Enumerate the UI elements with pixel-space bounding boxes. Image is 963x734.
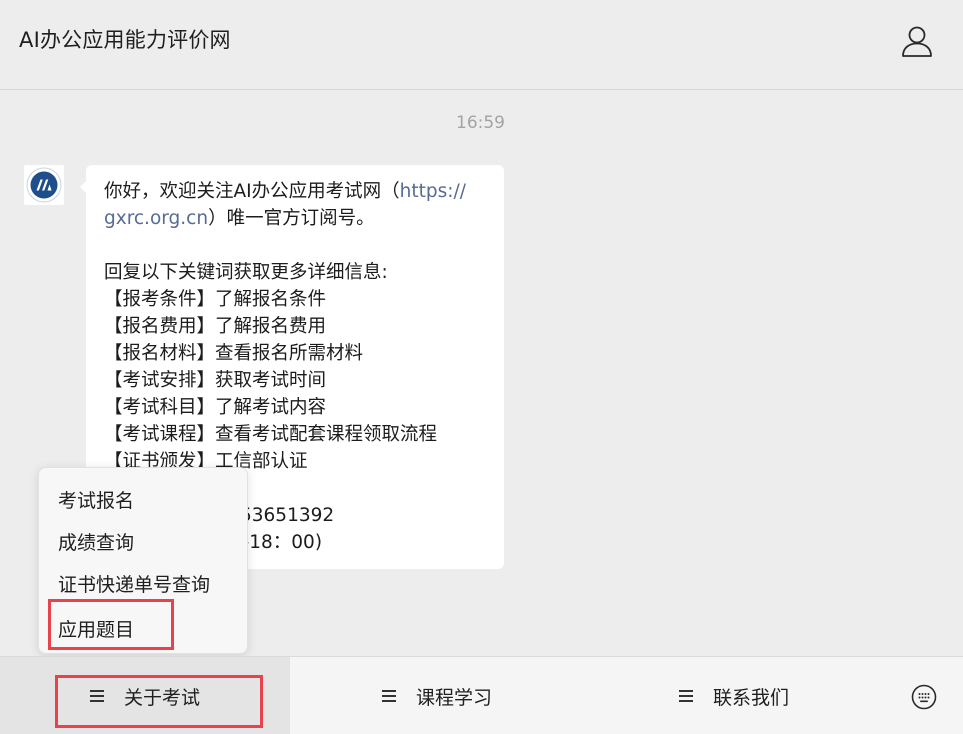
keyword-line: 【报名费用】了解报名费用 <box>104 316 327 337</box>
keyword-line: 【报名材料】查看报名所需材料 <box>104 343 364 364</box>
keyword-line: 【报考条件】了解报名条件 <box>104 289 327 310</box>
menu-list-icon <box>381 690 396 702</box>
keyword-line: 【考试课程】查看考试配套课程领取流程 <box>104 424 438 445</box>
menu-item-score-query[interactable]: 成绩查询 <box>58 528 134 555</box>
keyword-intro: 回复以下关键词获取更多详细信息: <box>104 262 388 283</box>
menu-item-application-questions[interactable]: 应用题目 <box>58 615 134 642</box>
menu-list-icon <box>678 690 693 702</box>
message-line-1: 你好，欢迎关注AI办公应用考试网（https:// <box>104 181 466 202</box>
menu-list-icon <box>89 690 104 702</box>
menu-item-certificate-tracking[interactable]: 证书快递单号查询 <box>58 570 210 597</box>
about-exam-submenu: 考试报名 成绩查询 证书快递单号查询 应用题目 <box>38 467 248 654</box>
tab-course-study[interactable]: 课程学习 <box>290 657 584 734</box>
website-link-part1[interactable]: https:// <box>400 181 466 202</box>
wechat-official-account-window: AI办公应用能力评价网 16:59 你好，欢迎关注AI办公应用考试网（https… <box>0 0 963 734</box>
tab-contact-us[interactable]: 联系我们 <box>584 657 884 734</box>
tab-about-exam[interactable]: 关于考试 <box>0 657 290 734</box>
bottom-menu-bar: 关于考试 课程学习 联系我们 <box>0 656 963 734</box>
keyword-line: 【考试安排】获取考试时间 <box>104 370 327 391</box>
account-logo-icon <box>26 167 62 203</box>
account-avatar[interactable] <box>24 165 64 205</box>
message-line-2: gxrc.org.cn）唯一官方订阅号。 <box>104 208 375 229</box>
account-title: AI办公应用能力评价网 <box>19 28 231 52</box>
menu-item-exam-registration[interactable]: 考试报名 <box>58 486 134 513</box>
keyword-line: 【考试科目】了解考试内容 <box>104 397 327 418</box>
website-link-part2[interactable]: gxrc.org.cn <box>104 208 208 229</box>
keyboard-icon[interactable] <box>911 684 937 710</box>
profile-icon[interactable] <box>898 22 936 60</box>
chat-header: AI办公应用能力评价网 <box>0 0 963 90</box>
